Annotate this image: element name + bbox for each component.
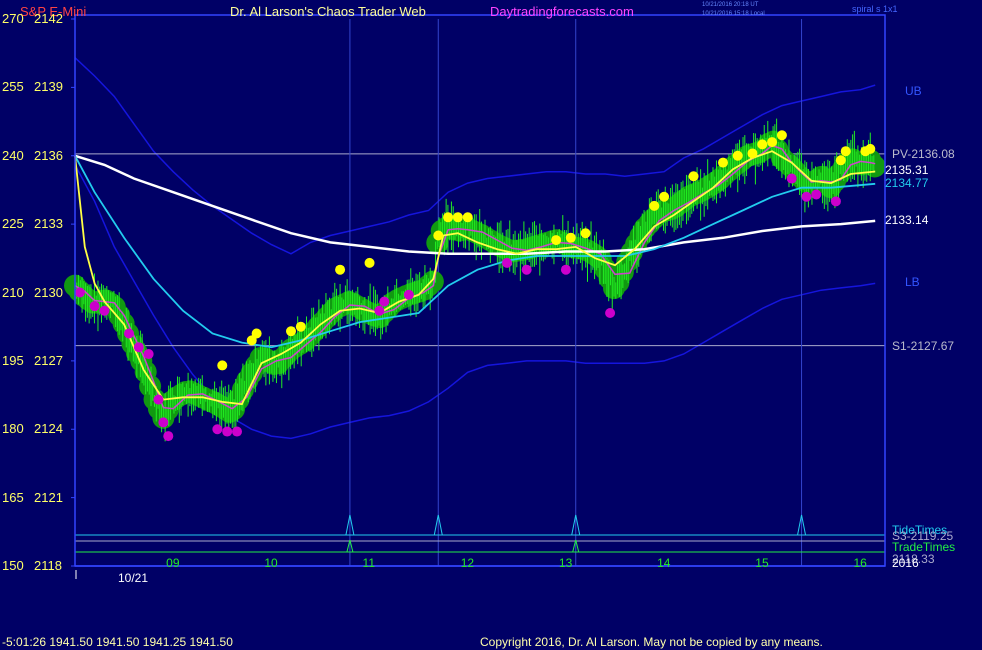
ohlc-readout: -5:01:26 1941.50 1941.50 1941.25 1941.50 [2, 635, 233, 649]
y-tick-left: 210 [2, 284, 24, 300]
white-ma-end-value: 2133.14 [885, 212, 929, 227]
y-tick-right: 2139 [34, 79, 63, 95]
magenta-dot [786, 173, 797, 184]
yellow-dot [580, 228, 591, 239]
yellow-dot [865, 143, 876, 154]
yellow-dot [747, 148, 758, 159]
yellow-dot [452, 212, 463, 223]
magenta-dot [830, 196, 841, 207]
yellow-dot [718, 157, 728, 168]
magenta-dot [89, 301, 100, 312]
yellow-dot [462, 212, 473, 223]
magenta-dot [74, 287, 85, 298]
y-tick-right: 2136 [34, 147, 63, 163]
magenta-dot [212, 424, 223, 435]
magenta-dot [99, 305, 110, 316]
yellow-dot [776, 130, 787, 141]
site-link[interactable]: Daytradingforecasts.com [490, 5, 634, 18]
y-tick-left: 150 [2, 558, 24, 573]
magenta-dot [560, 264, 571, 275]
x-tick-label: 13 [558, 556, 573, 570]
yellow-dot [551, 235, 562, 246]
y-tick-left: 195 [2, 352, 24, 368]
magenta-dot [133, 342, 144, 353]
price-bars [74, 118, 875, 442]
yellow-dot [835, 155, 846, 166]
yellow-dot [732, 150, 743, 161]
y-tick-left: 240 [2, 147, 24, 163]
y-tick-right: 2124 [34, 421, 63, 437]
magenta-dot [605, 308, 616, 319]
upper-band-label: UB [905, 83, 922, 98]
magenta-dot [502, 257, 512, 268]
yellow-dot [688, 171, 699, 182]
magenta-dot [163, 431, 174, 442]
magenta-dot [403, 289, 414, 300]
price-balls [64, 130, 886, 429]
yellow-dot [757, 139, 768, 150]
timing-indicators [75, 514, 885, 553]
cyan-ma-line [74, 155, 876, 349]
year-label: 2016 [892, 556, 919, 570]
yellow-dot [217, 360, 228, 371]
level-lines [71, 18, 885, 567]
magenta-dot [153, 394, 164, 405]
timestamp-utc: 10/21/2016 20:18 UT [702, 2, 759, 8]
y-tick-right: 2133 [34, 216, 63, 232]
yellow-dot [286, 326, 296, 337]
magenta-dot [379, 296, 390, 307]
y-tick-right: 2130 [34, 284, 63, 300]
yellow-dot [565, 232, 576, 243]
yellow-dot [335, 264, 346, 275]
copyright: Copyright 2016, Dr. Al Larson. May not b… [480, 635, 823, 649]
x-tick-label: 09 [166, 556, 180, 570]
magenta-dot [158, 417, 169, 428]
yellow-dot [251, 328, 262, 339]
y-tick-left: 165 [2, 489, 24, 505]
lower-band-label: LB [905, 275, 920, 290]
yellow-dot [295, 321, 306, 332]
x-tick-label: 15 [755, 556, 769, 570]
magenta-dot [521, 264, 532, 275]
x-tick-label: 11 [362, 556, 375, 570]
magenta-dot [124, 328, 134, 339]
y-tick-left: 180 [2, 421, 24, 437]
s1-label: S1-2127.67 [892, 338, 955, 353]
x-tick-label: 10 [264, 556, 278, 570]
magenta-dot [374, 305, 385, 316]
fast-ma-line [74, 150, 876, 406]
y-tick-right: 2118 [34, 558, 62, 573]
y-tick-left: 225 [2, 216, 24, 232]
y-tick-right: 2142 [34, 11, 63, 26]
magenta-dot [143, 349, 154, 360]
y-tick-right: 2127 [34, 352, 63, 368]
yellow-dot [840, 146, 851, 157]
pivot-label: PV-2136.08 [892, 146, 955, 161]
magenta-dot [232, 426, 242, 437]
y-tick-left: 270 [2, 11, 24, 26]
x-tick-label: 12 [460, 556, 475, 570]
spiral-label: spiral s 1x1 [852, 4, 898, 14]
y-tick-right: 2121 [34, 489, 63, 505]
magenta-dot [222, 426, 233, 437]
fast-ma-end-value: 2135.31 [885, 163, 929, 178]
x-tick-label: 14 [657, 556, 671, 570]
plot-frame [74, 14, 886, 567]
yellow-dot [649, 200, 660, 211]
yellow-dot [767, 137, 778, 148]
x-tick-label: 16 [853, 556, 867, 570]
timestamp-local: 10/21/2016 15:18 Local [702, 11, 765, 17]
yellow-dot [659, 191, 670, 202]
magenta-dot [801, 191, 812, 202]
yellow-dot [443, 212, 454, 223]
price-chart [64, 14, 886, 579]
chart-title: Dr. Al Larson's Chaos Trader Web [230, 4, 426, 19]
y-tick-left: 255 [2, 79, 24, 95]
magenta-dot [811, 189, 822, 200]
x-axis-date: 10/21 [118, 571, 149, 585]
yellow-dot [433, 230, 444, 241]
yellow-dot [364, 257, 375, 268]
cyan-ma-end-value: 2134.77 [885, 175, 929, 190]
